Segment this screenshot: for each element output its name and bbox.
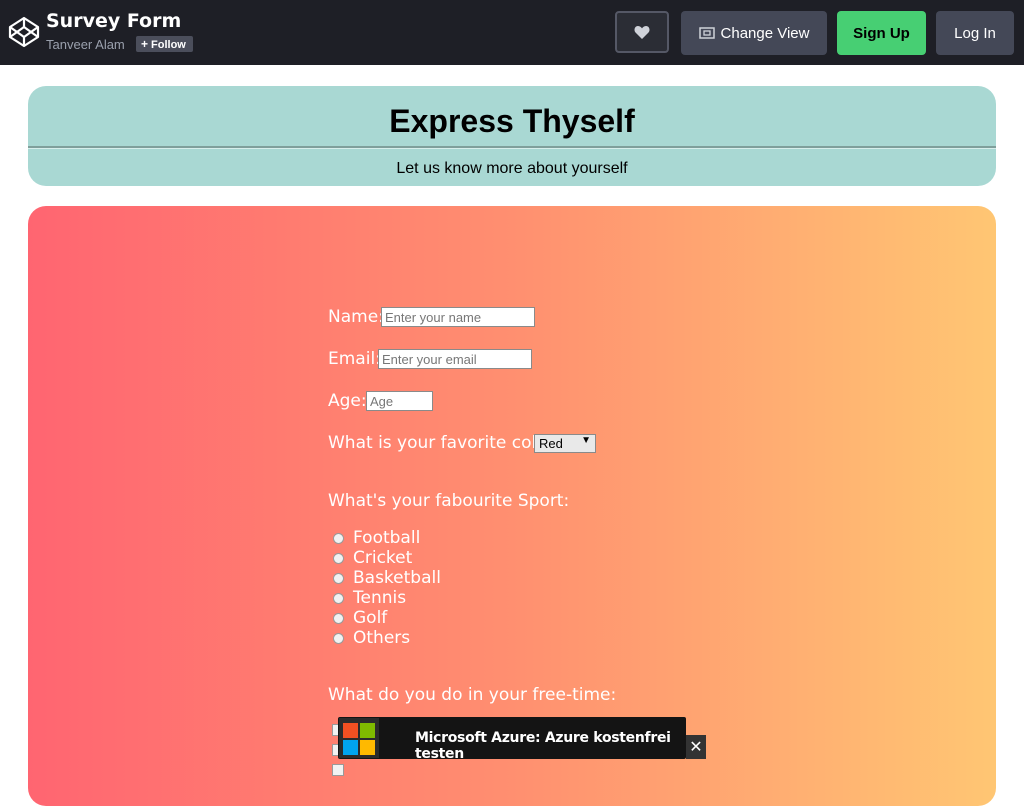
top-bar: Survey Form Tanveer Alam + Follow Change … (0, 0, 1024, 65)
radio-button[interactable] (333, 612, 344, 624)
sport-option-cricket[interactable]: Cricket (333, 548, 412, 568)
codepen-logo-icon[interactable] (8, 16, 40, 48)
freetime-checkbox[interactable] (332, 764, 344, 776)
dropdown-arrow-icon: ▼ (581, 435, 591, 446)
email-input[interactable] (378, 349, 532, 369)
age-label: Age: (328, 391, 367, 411)
follow-button[interactable]: + Follow (136, 36, 193, 52)
sport-option-golf[interactable]: Golf (333, 608, 387, 628)
sport-option-label: Golf (353, 608, 388, 628)
radio-button[interactable] (333, 532, 344, 544)
sport-option-label: Cricket (353, 548, 413, 568)
sport-option-football[interactable]: Football (333, 528, 420, 548)
sport-option-basketball[interactable]: Basketball (333, 568, 441, 588)
ad-banner[interactable]: Microsoft Azure: Azure kostenfrei testen (338, 717, 686, 762)
age-input[interactable] (366, 391, 433, 411)
author-name[interactable]: Tanveer Alam (46, 37, 125, 52)
log-in-button[interactable]: Log In (936, 11, 1014, 55)
favorite-color-select[interactable]: Red ▼ (534, 434, 596, 453)
like-button[interactable] (615, 11, 669, 53)
page-title: Express Thyself (389, 103, 635, 139)
sport-option-label: Football (353, 528, 421, 548)
name-label: Name: (328, 307, 384, 327)
heart-icon (634, 25, 650, 39)
sport-label: What's your fabourite Sport: (328, 491, 570, 511)
header-divider (28, 146, 996, 149)
page-subtitle: Let us know more about yourself (396, 160, 628, 177)
freetime-label: What do you do in your free-time: (328, 685, 617, 705)
email-label: Email: (328, 349, 381, 369)
header-card: Express Thyself Let us know more about y… (28, 86, 996, 186)
radio-button[interactable] (333, 572, 344, 584)
radio-button[interactable] (333, 592, 344, 604)
follow-label: Follow (151, 39, 186, 51)
favorite-color-label: What is your favorite color: (328, 433, 560, 453)
change-view-button[interactable]: Change View (681, 11, 827, 55)
radio-button[interactable] (333, 632, 344, 644)
sign-up-button[interactable]: Sign Up (837, 11, 926, 55)
radio-button[interactable] (333, 552, 344, 564)
pen-title: Survey Form (46, 10, 182, 32)
favorite-color-value: Red (539, 436, 563, 451)
ad-text[interactable]: Microsoft Azure: Azure kostenfrei testen (415, 730, 686, 762)
name-input[interactable] (381, 307, 535, 327)
microsoft-logo-graphic (343, 723, 375, 755)
sport-option-tennis[interactable]: Tennis (333, 588, 406, 608)
microsoft-logo-icon (339, 718, 379, 758)
view-layout-icon (698, 27, 715, 39)
close-ad-icon[interactable]: ✕ (686, 735, 706, 759)
sport-option-label: Basketball (353, 568, 441, 588)
plus-icon: + (141, 37, 149, 51)
sport-option-label: Tennis (353, 588, 407, 608)
sport-option-others[interactable]: Others (333, 628, 410, 648)
sport-option-label: Others (353, 628, 411, 648)
change-view-label: Change View (720, 24, 810, 42)
